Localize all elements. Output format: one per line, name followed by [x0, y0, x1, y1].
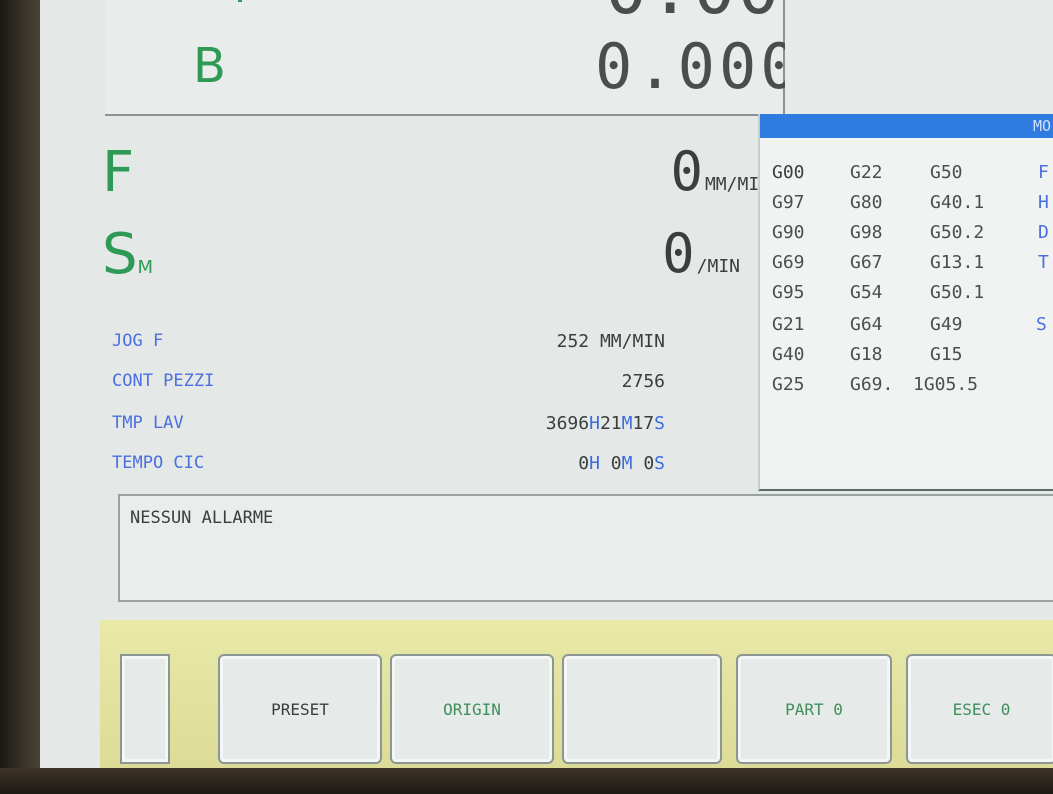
feed-readout: 0 MM/MIN	[550, 140, 770, 203]
softkey-blank[interactable]	[562, 654, 722, 764]
modal-header-bar: MO	[760, 114, 1053, 138]
modal-letter: T	[1038, 252, 1049, 273]
modal-letter: H	[1038, 192, 1049, 213]
cycle-time-seconds-unit: S	[654, 453, 665, 474]
spindle-sub: M	[137, 257, 154, 278]
gcode: G90	[772, 222, 805, 243]
cycle-time-value: 0H 0M 0S	[440, 453, 665, 474]
softkey-esec-0[interactable]: ESEC 0	[906, 654, 1053, 764]
gcode: G98	[850, 222, 883, 243]
modal-letter: D	[1038, 222, 1049, 243]
spindle-unit: /MIN	[696, 256, 740, 277]
alarm-message-box: NESSUN ALLARME	[118, 494, 1053, 602]
gcode: G64	[850, 314, 883, 335]
monitor-bezel-left	[0, 0, 40, 794]
softkey-preset[interactable]: PRESET	[218, 654, 382, 764]
modal-header: MO	[1032, 117, 1051, 135]
gcode: 1G05.5	[913, 374, 979, 395]
modal-gcode-panel: MO G00 G22 G50 F G97 G80 G40.1 H G90 G98…	[758, 114, 1053, 491]
work-time-seconds: 17	[632, 413, 655, 434]
modal-letter: F	[1038, 162, 1049, 183]
gcode: G49	[930, 314, 963, 335]
cycle-time-hours: 0	[578, 453, 590, 474]
gcode: G40.1	[930, 192, 985, 213]
jog-feed-readout: 252 MM/MIN	[440, 331, 665, 352]
axis-b-letter: B	[193, 38, 226, 94]
gcode: G13.1	[930, 252, 985, 273]
gcode: G69	[772, 252, 805, 273]
gcode: G21	[772, 314, 805, 335]
gcode: G50	[930, 162, 963, 183]
axis-b-value: 0.000	[595, 30, 802, 103]
jog-feed-unit: MM/MIN	[599, 331, 665, 352]
gcode: G97	[772, 192, 805, 213]
softkey-part-0[interactable]: PART 0	[736, 654, 892, 764]
feed-value: 0	[670, 140, 703, 203]
spindle-letter: SM	[102, 222, 153, 287]
work-time-minutes: 21	[599, 413, 622, 434]
cnc-screen: 0.000 B 0.000 F 0MM/MIN SM 0/MIN MO G00 …	[40, 0, 1053, 768]
work-time-hours-unit: H	[589, 413, 600, 434]
jog-feed-label: JOG F	[112, 331, 164, 351]
spindle-readout: 0/MIN	[550, 222, 740, 285]
gcode: G95	[772, 282, 805, 303]
spindle-letter-text: S	[102, 222, 138, 287]
part-count-label: CONT PEZZI	[112, 371, 215, 391]
gcode: G40	[772, 344, 805, 365]
feed-letter: F	[102, 140, 135, 205]
work-time-label: TMP LAV	[112, 413, 184, 433]
work-time-value: 3696H21M17S	[440, 413, 665, 434]
work-time-hours: 3696	[545, 413, 590, 434]
gcode: G00	[772, 162, 805, 183]
cycle-time-label: TEMPO CIC	[112, 453, 205, 473]
gcode: G22	[850, 162, 883, 183]
gcode: G54	[850, 282, 883, 303]
cycle-time-minutes: 0	[610, 453, 622, 474]
softkey-bar: PRESET ORIGIN PART 0 ESEC 0	[100, 620, 1053, 768]
modal-letter: S	[1036, 314, 1047, 335]
spindle-value: 0	[662, 222, 695, 285]
gcode: G25	[772, 374, 805, 395]
gcode: G80	[850, 192, 883, 213]
alarm-text: NESSUN ALLARME	[130, 508, 274, 528]
jog-feed-value: 252	[556, 331, 590, 352]
axis-position-panel: 0.000 B 0.000	[105, 0, 824, 116]
gcode: G15	[930, 344, 963, 365]
softkey-origin[interactable]: ORIGIN	[390, 654, 554, 764]
softkey-left-blank[interactable]	[120, 654, 170, 764]
gcode: G67	[850, 252, 883, 273]
cycle-time-hours-unit: H	[589, 453, 600, 474]
gcode: G50.1	[930, 282, 985, 303]
gcode: G69.	[850, 374, 894, 395]
cycle-time-minutes-unit: M	[621, 453, 633, 474]
monitor-bezel-bottom	[0, 768, 1053, 794]
work-time-minutes-unit: M	[621, 413, 633, 434]
axis-letter-partial	[230, 0, 250, 2]
part-count-value: 2756	[621, 371, 665, 392]
gcode: G50.2	[930, 222, 985, 243]
gcode: G18	[850, 344, 883, 365]
work-time-seconds-unit: S	[654, 413, 665, 434]
upper-right-area	[785, 0, 1053, 114]
cycle-time-seconds: 0	[643, 453, 655, 474]
